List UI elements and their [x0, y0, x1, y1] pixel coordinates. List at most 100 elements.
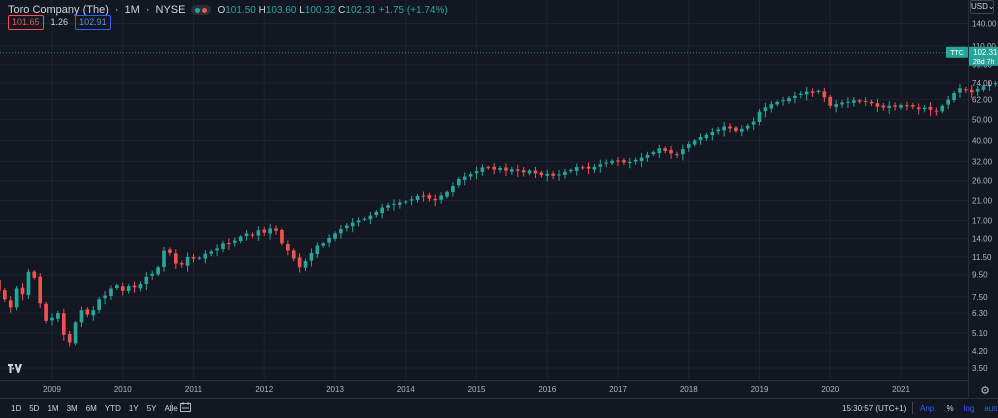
candle-body[interactable]: [67, 333, 72, 343]
candle-body[interactable]: [598, 164, 603, 167]
candle-body[interactable]: [321, 243, 326, 246]
candle-body[interactable]: [663, 148, 667, 151]
candle-body[interactable]: [38, 276, 43, 304]
timezone-clock[interactable]: 15:30:57 (UTC+1): [842, 404, 906, 413]
candle-body[interactable]: [651, 152, 656, 155]
candle-body[interactable]: [162, 250, 166, 267]
candle-body[interactable]: [816, 90, 821, 92]
candle-body[interactable]: [616, 160, 620, 162]
candle-body[interactable]: [563, 171, 567, 175]
candle-body[interactable]: [893, 105, 897, 107]
candle-body[interactable]: [91, 310, 96, 316]
candle-body[interactable]: [156, 267, 160, 275]
candle-body[interactable]: [368, 215, 373, 220]
buy-price-button[interactable]: 102.91: [75, 15, 111, 30]
candle-body[interactable]: [474, 171, 479, 174]
candle-body[interactable]: [580, 167, 585, 169]
candle-body[interactable]: [704, 134, 709, 139]
candle-body[interactable]: [834, 104, 838, 107]
candle-body[interactable]: [456, 178, 461, 186]
candle-body[interactable]: [875, 103, 880, 107]
candle-body[interactable]: [793, 95, 797, 99]
timeframe-5y[interactable]: 5Y: [147, 404, 157, 413]
candle-body[interactable]: [179, 263, 184, 265]
currency-selector[interactable]: USD⌄: [970, 0, 995, 14]
candle-body[interactable]: [227, 243, 231, 245]
candle-body[interactable]: [221, 243, 225, 250]
symbol-interval[interactable]: 1M: [125, 4, 140, 16]
candle-body[interactable]: [569, 169, 573, 172]
candle-body[interactable]: [3, 290, 7, 300]
candle-body[interactable]: [268, 228, 272, 234]
candle-body[interactable]: [120, 286, 125, 291]
candle-body[interactable]: [993, 83, 998, 85]
candle-body[interactable]: [138, 284, 143, 289]
candle-body[interactable]: [645, 154, 650, 158]
candle-body[interactable]: [103, 295, 107, 299]
candle-body[interactable]: [533, 170, 538, 174]
candle-body[interactable]: [745, 125, 750, 129]
candle-body[interactable]: [468, 174, 473, 177]
candle-body[interactable]: [197, 257, 202, 259]
log-scale-button[interactable]: log: [964, 404, 975, 413]
candle-body[interactable]: [232, 240, 237, 243]
candle-body[interactable]: [421, 195, 426, 197]
candle-body[interactable]: [286, 244, 290, 251]
candle-body[interactable]: [669, 149, 673, 154]
timeframe-1y[interactable]: 1Y: [129, 404, 139, 413]
candle-body[interactable]: [403, 201, 408, 203]
candle-body[interactable]: [610, 160, 614, 164]
tradingview-logo-icon[interactable]: [8, 364, 22, 376]
candle-body[interactable]: [722, 126, 726, 131]
candle-body[interactable]: [739, 128, 744, 132]
candle-body[interactable]: [462, 176, 467, 180]
candle-body[interactable]: [551, 173, 555, 176]
candle-body[interactable]: [115, 285, 119, 289]
candle-body[interactable]: [445, 191, 449, 197]
candle-body[interactable]: [633, 159, 638, 162]
candle-body[interactable]: [728, 126, 732, 129]
candle-body[interactable]: [0, 280, 1, 291]
candle-body[interactable]: [852, 100, 856, 103]
calendar-range-icon[interactable]: [180, 402, 191, 412]
candle-body[interactable]: [757, 111, 762, 122]
candle-body[interactable]: [492, 166, 497, 170]
candle-body[interactable]: [150, 273, 155, 276]
candle-body[interactable]: [439, 195, 443, 200]
candle-body[interactable]: [498, 167, 502, 171]
candle-body[interactable]: [539, 172, 544, 176]
candle-body[interactable]: [940, 105, 945, 112]
candle-body[interactable]: [297, 257, 302, 268]
candle-body[interactable]: [32, 271, 37, 278]
candle-body[interactable]: [934, 110, 939, 112]
candle-body[interactable]: [344, 225, 349, 229]
candle-body[interactable]: [50, 317, 54, 321]
timeframe-1m[interactable]: 1M: [47, 404, 58, 413]
candle-body[interactable]: [952, 93, 956, 101]
candle-body[interactable]: [769, 104, 774, 109]
candle-body[interactable]: [887, 105, 892, 108]
candle-body[interactable]: [362, 218, 367, 220]
candle-body[interactable]: [504, 167, 508, 171]
candle-body[interactable]: [781, 100, 785, 102]
candle-body[interactable]: [433, 198, 438, 201]
candle-body[interactable]: [168, 249, 172, 253]
candle-body[interactable]: [203, 253, 208, 259]
candle-body[interactable]: [964, 89, 968, 91]
candle-body[interactable]: [409, 199, 414, 201]
candle-body[interactable]: [899, 104, 903, 108]
candle-body[interactable]: [840, 102, 844, 105]
candle-body[interactable]: [26, 271, 31, 296]
timeframe-6m[interactable]: 6M: [86, 404, 97, 413]
candle-body[interactable]: [97, 299, 101, 310]
candle-body[interactable]: [521, 170, 526, 173]
candle-body[interactable]: [309, 252, 314, 261]
candle-body[interactable]: [681, 149, 685, 155]
candle-body[interactable]: [451, 185, 455, 192]
timeframe-3m[interactable]: 3M: [67, 404, 78, 413]
candle-body[interactable]: [315, 245, 320, 255]
candle-body[interactable]: [627, 161, 632, 163]
candle-body[interactable]: [333, 233, 337, 239]
candle-body[interactable]: [79, 310, 84, 323]
auto-scale-button[interactable]: auto: [984, 404, 998, 413]
